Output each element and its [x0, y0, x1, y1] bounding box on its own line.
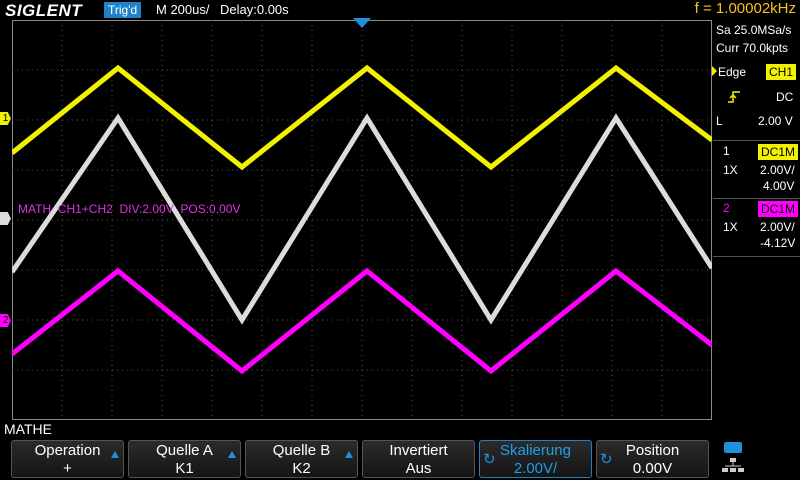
- math-trace: [12, 113, 712, 325]
- divider-1: [713, 140, 800, 141]
- divider-3: [713, 256, 800, 257]
- ch1-marker-label: 1: [2, 113, 9, 124]
- softkey-source-b[interactable]: Quelle B K2: [245, 440, 358, 478]
- softkey-invert[interactable]: Invertiert Aus: [362, 440, 475, 478]
- delay-readout: Delay:0.00s: [220, 2, 289, 17]
- softkey-bar: Operation + Quelle A K1 Quelle B K2 Inve…: [0, 438, 800, 480]
- ch1-offset-marker[interactable]: 1: [0, 112, 11, 125]
- trigger-type: Edge: [718, 65, 747, 79]
- frequency-counter: f = 1.00002kHz: [694, 0, 796, 17]
- ch2-number: 2: [723, 201, 730, 215]
- softkey-source-b-value: K2: [292, 460, 311, 477]
- softkey-operation[interactable]: Operation +: [11, 440, 124, 478]
- trigger-panel-arrow-icon: [712, 66, 717, 76]
- rising-edge-icon: [727, 90, 741, 107]
- top-status-bar: SIGLENT Trig'd M 200us/ Delay:0.00s f = …: [0, 0, 800, 20]
- softkey-position[interactable]: ↻ Position 0.00V: [596, 440, 709, 478]
- softkey-position-label: Position: [625, 442, 680, 459]
- ch2-offset: -4.12V: [760, 236, 796, 250]
- ch2-scale: 2.00V/: [760, 220, 795, 234]
- up-arrow-icon: [345, 451, 353, 458]
- softkey-scale-value: 2.00V/: [513, 460, 558, 477]
- trigger-level-label: L: [716, 114, 723, 128]
- softkey-operation-value: +: [63, 460, 72, 477]
- memory-depth: Curr 70.0kpts: [716, 41, 789, 55]
- softkey-source-a[interactable]: Quelle A K1: [128, 440, 241, 478]
- trigger-status-badge: Trig'd: [104, 2, 142, 18]
- ch2-coupling-badge: DC1M: [758, 201, 799, 217]
- softkey-operation-label: Operation: [34, 442, 101, 459]
- ch1-probe: 1X: [723, 163, 738, 177]
- network-icon: [722, 458, 744, 479]
- math-offset-marker[interactable]: [0, 212, 11, 225]
- softkey-source-b-label: Quelle B: [272, 442, 331, 459]
- softkey-invert-label: Invertiert: [389, 442, 448, 459]
- trigger-position-marker[interactable]: [353, 18, 371, 28]
- sample-rate: Sa 25.0MSa/s: [716, 23, 792, 37]
- ch2-info-box[interactable]: 2 DC1M 1X 2.00V/ -4.12V: [713, 199, 800, 255]
- ch2-offset-marker[interactable]: 2: [0, 314, 11, 327]
- up-arrow-icon: [228, 451, 236, 458]
- trigger-level: 2.00 V: [758, 114, 793, 128]
- softkey-position-value: 0.00V: [632, 460, 673, 477]
- ch1-scale: 2.00V/: [760, 163, 795, 177]
- math-annotation: MATH CH1+CH2 DIV:2.00V POS:0.00V: [18, 202, 241, 216]
- ch1-offset: 4.00V: [763, 179, 795, 193]
- menu-title: MATHE: [4, 421, 52, 437]
- ch1-coupling-badge: DC1M: [758, 144, 799, 160]
- trigger-coupling: DC: [776, 90, 794, 104]
- trigger-panel[interactable]: Edge CH1 DC L 2.00 V: [712, 60, 800, 132]
- ch2-marker-label: 2: [2, 315, 9, 326]
- up-arrow-icon: [111, 451, 119, 458]
- right-info-panel: Sa 25.0MSa/s Curr 70.0kpts Edge CH1 DC L…: [712, 20, 800, 420]
- ch2-probe: 1X: [723, 220, 738, 234]
- ch1-info-box[interactable]: 1 DC1M 1X 2.00V/ 4.00V: [713, 142, 800, 198]
- softkey-source-a-label: Quelle A: [156, 442, 213, 459]
- brand-logo: SIGLENT: [5, 1, 83, 20]
- waveform-display: [12, 20, 712, 420]
- battery-icon: [724, 442, 742, 453]
- timebase-readout: M 200us/: [156, 2, 210, 17]
- trigger-source: CH1: [766, 64, 797, 80]
- ch1-number: 1: [723, 144, 730, 158]
- graticule: [12, 20, 712, 420]
- softkey-scale-label: Skalierung: [500, 442, 571, 459]
- softkey-source-a-value: K1: [175, 460, 194, 477]
- softkey-invert-value: Aus: [405, 460, 432, 477]
- softkey-scale[interactable]: ↻ Skalierung 2.00V/: [479, 440, 592, 478]
